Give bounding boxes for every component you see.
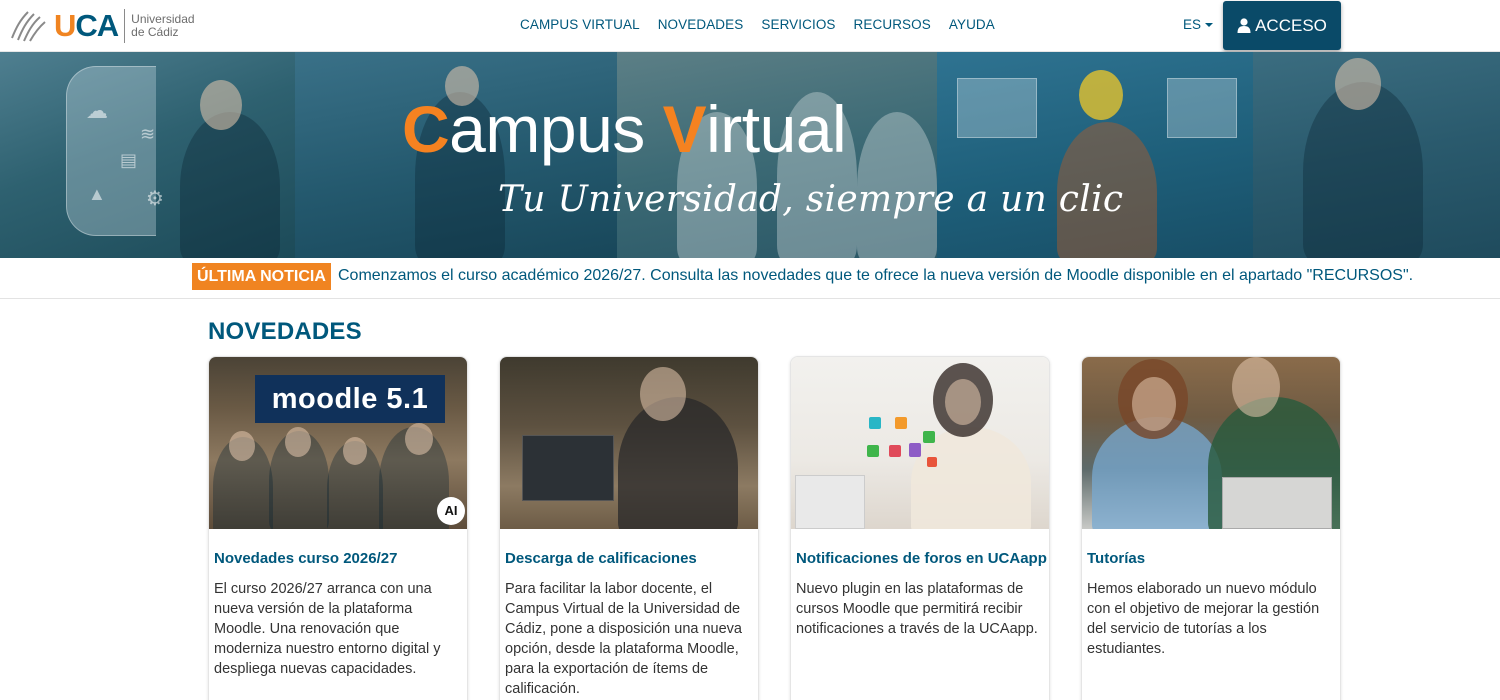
nav-campus-virtual[interactable]: CAMPUS VIRTUAL xyxy=(520,17,640,32)
card-image-tutoring xyxy=(1082,357,1340,529)
top-header: UCA Universidad de Cádiz CAMPUS VIRTUAL … xyxy=(0,0,1500,52)
card-title[interactable]: Notificaciones de foros en UCAapp xyxy=(796,550,1047,567)
banner-title-letter-v: V xyxy=(662,92,707,166)
cloud-icon: ☁ xyxy=(86,98,108,123)
logo-wordmark: UCA xyxy=(54,8,119,43)
bell-icon xyxy=(923,431,935,443)
card-description: Nuevo plugin en las plataformas de curso… xyxy=(796,581,1038,637)
novedades-heading: NOVEDADES xyxy=(208,318,362,345)
news-card-notificaciones-foros[interactable]: Notificaciones de foros en UCAapp Nuevo … xyxy=(790,356,1050,700)
card-description: Hemos elaborado un nuevo módulo con el o… xyxy=(1087,581,1320,657)
banner-photo-exam-students xyxy=(1253,52,1500,258)
document-icon xyxy=(909,443,921,457)
card-image-notifications xyxy=(791,357,1049,529)
student-face-tut xyxy=(1132,377,1176,431)
card-image-moodle: moodle 5.1 AI xyxy=(209,357,467,529)
language-label: ES xyxy=(1183,17,1202,32)
woman-face xyxy=(945,379,981,425)
uca-emblem-icon xyxy=(11,11,46,42)
teacher-face xyxy=(640,367,686,421)
language-selector[interactable]: ES xyxy=(1183,17,1214,32)
laptop-screen-2 xyxy=(795,475,865,529)
logo-subtitle: Universidad de Cádiz xyxy=(131,13,194,39)
uca-logo[interactable]: UCA Universidad de Cádiz xyxy=(8,6,195,46)
news-card-novedades-curso[interactable]: moodle 5.1 AI Novedades curso 2026/27 El… xyxy=(208,356,468,700)
calendar-icon xyxy=(927,457,937,467)
banner-title-part2: irtual xyxy=(706,92,847,166)
control-monitor xyxy=(957,78,1037,138)
laptop-screen xyxy=(522,435,614,501)
logo-subtitle-line2: de Cádiz xyxy=(131,25,179,39)
lock-icon xyxy=(895,417,907,429)
student-face-c xyxy=(343,437,367,465)
banner-title: Campus Virtual xyxy=(402,92,847,166)
student-face xyxy=(200,80,242,130)
nav-novedades[interactable]: NOVEDADES xyxy=(658,17,744,32)
card-description: Para facilitar la labor docente, el Camp… xyxy=(505,581,742,697)
ai-badge: AI xyxy=(437,497,465,525)
nav-ayuda[interactable]: AYUDA xyxy=(949,17,995,32)
tutor-face xyxy=(1232,357,1280,417)
access-button-label: ACCESO xyxy=(1255,15,1327,35)
gear-icon: ⚙ xyxy=(146,188,164,210)
graduation-cap-icon: ▲ xyxy=(88,184,106,204)
banner-subtitle: Tu Universidad, siempre a un clic xyxy=(498,179,1124,220)
card-title[interactable]: Tutorías xyxy=(1087,550,1145,567)
card-image-teacher-laptop xyxy=(500,357,758,529)
latest-news-text[interactable]: Comenzamos el curso académico 2026/27. C… xyxy=(338,267,1413,285)
banner-title-part1: ampus xyxy=(449,92,663,166)
student-face-b xyxy=(285,427,311,457)
hardhat-helmet xyxy=(1079,70,1123,120)
message-icon xyxy=(867,445,879,457)
book-icon: ▤ xyxy=(120,150,138,170)
banner-photo-laptop-student: ☁ ≋ ▤ ▲ ⚙ xyxy=(0,52,295,258)
nav-servicios[interactable]: SERVICIOS xyxy=(761,17,835,32)
nav-recursos[interactable]: RECURSOS xyxy=(854,17,931,32)
banner-title-letter-c: C xyxy=(402,92,450,166)
moodle-sign: moodle 5.1 xyxy=(255,375,445,423)
banner-photo-engineer xyxy=(937,52,1253,258)
control-monitor-2 xyxy=(1167,78,1237,138)
hero-banner: ☁ ≋ ▤ ▲ ⚙ Campus Virtual Tu Universidad,… xyxy=(0,52,1500,258)
tutor-laptop xyxy=(1222,477,1332,529)
card-title[interactable]: Novedades curso 2026/27 xyxy=(214,550,397,567)
caret-down-icon xyxy=(1205,23,1214,28)
teacher-silhouette xyxy=(618,397,738,529)
main-nav: CAMPUS VIRTUAL NOVEDADES SERVICIOS RECUR… xyxy=(520,17,995,32)
access-button[interactable]: ACCESO xyxy=(1223,1,1341,50)
news-card-descarga-calificaciones[interactable]: Descarga de calificaciones Para facilita… xyxy=(499,356,759,700)
user-icon xyxy=(1237,18,1251,33)
logo-divider xyxy=(124,9,126,43)
card-description: El curso 2026/27 arranca con una nueva v… xyxy=(214,581,441,677)
exam-student-face xyxy=(1335,58,1381,110)
card-title[interactable]: Descarga de calificaciones xyxy=(505,550,697,567)
student-face-d xyxy=(405,423,433,455)
mail-icon xyxy=(889,445,901,457)
chat-icon xyxy=(869,417,881,429)
latest-news-badge: ÚLTIMA NOTICIA xyxy=(192,263,331,290)
news-ticker: ÚLTIMA NOTICIA Comenzamos el curso acadé… xyxy=(0,258,1500,299)
student-face-a xyxy=(229,431,255,461)
banner-screen-outline xyxy=(66,66,156,236)
news-card-tutorias[interactable]: Tutorías Hemos elaborado un nuevo módulo… xyxy=(1081,356,1341,700)
student-silhouette xyxy=(180,112,280,258)
wifi-icon: ≋ xyxy=(140,124,156,144)
